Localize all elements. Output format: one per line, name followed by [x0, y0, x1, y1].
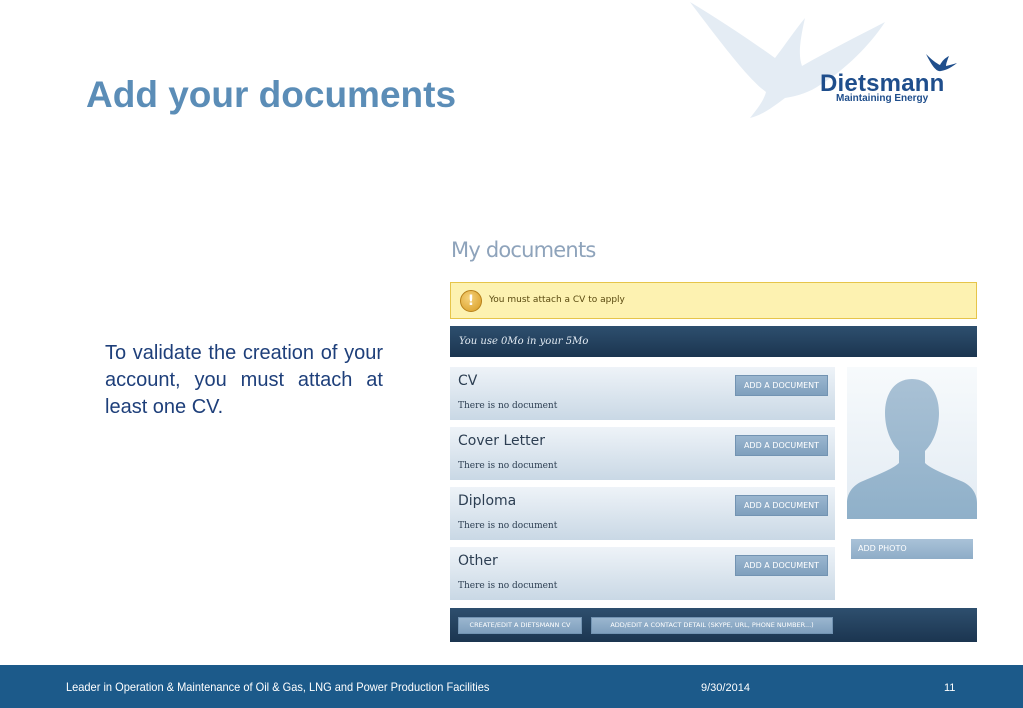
document-row-cover-letter: Cover Letter There is no document ADD A …	[450, 427, 835, 480]
company-logo: Dietsmann Maintaining Energy	[812, 50, 962, 110]
document-status: There is no document	[458, 581, 558, 591]
footer-date: 9/30/2014	[701, 682, 750, 694]
profile-photo-placeholder	[847, 367, 977, 519]
create-edit-cv-button[interactable]: CREATE/EDIT A DIETSMANN CV	[458, 617, 582, 634]
person-silhouette-icon	[847, 379, 977, 519]
document-label: Cover Letter	[458, 433, 545, 449]
logo-tagline: Maintaining Energy	[836, 93, 929, 104]
document-status: There is no document	[458, 521, 558, 531]
add-cover-letter-button[interactable]: ADD A DOCUMENT	[735, 435, 828, 456]
add-other-document-button[interactable]: ADD A DOCUMENT	[735, 555, 828, 576]
document-label: CV	[458, 373, 478, 389]
page-number: 11	[944, 682, 956, 694]
add-diploma-button[interactable]: ADD A DOCUMENT	[735, 495, 828, 516]
add-photo-button[interactable]: ADD PHOTO	[851, 539, 973, 559]
document-row-cv: CV There is no document ADD A DOCUMENT	[450, 367, 835, 420]
footer-tagline: Leader in Operation & Maintenance of Oil…	[66, 680, 490, 694]
slide-body-text: To validate the creation of your account…	[105, 342, 383, 418]
slide-title: Add your documents	[86, 74, 457, 115]
add-cv-button[interactable]: ADD A DOCUMENT	[735, 375, 828, 396]
document-status: There is no document	[458, 401, 558, 411]
footer-bar: Leader in Operation & Maintenance of Oil…	[0, 665, 1023, 708]
storage-usage-text: You use 0Mo in your 5Mo	[459, 336, 589, 347]
cv-required-warning: ! You must attach a CV to apply	[450, 282, 977, 319]
document-actions-bar: CREATE/EDIT A DIETSMANN CV ADD/EDIT A CO…	[450, 608, 977, 642]
document-row-other: Other There is no document ADD A DOCUMEN…	[450, 547, 835, 600]
add-contact-detail-button[interactable]: ADD/EDIT A CONTACT DETAIL (SKYPE, URL, P…	[591, 617, 833, 634]
document-label: Other	[458, 553, 498, 569]
document-row-diploma: Diploma There is no document ADD A DOCUM…	[450, 487, 835, 540]
warning-text: You must attach a CV to apply	[489, 295, 625, 305]
document-label: Diploma	[458, 493, 517, 509]
warning-icon: !	[460, 290, 482, 312]
storage-usage-bar: You use 0Mo in your 5Mo	[450, 326, 977, 357]
my-documents-heading: My documents	[451, 238, 596, 262]
document-status: There is no document	[458, 461, 558, 471]
